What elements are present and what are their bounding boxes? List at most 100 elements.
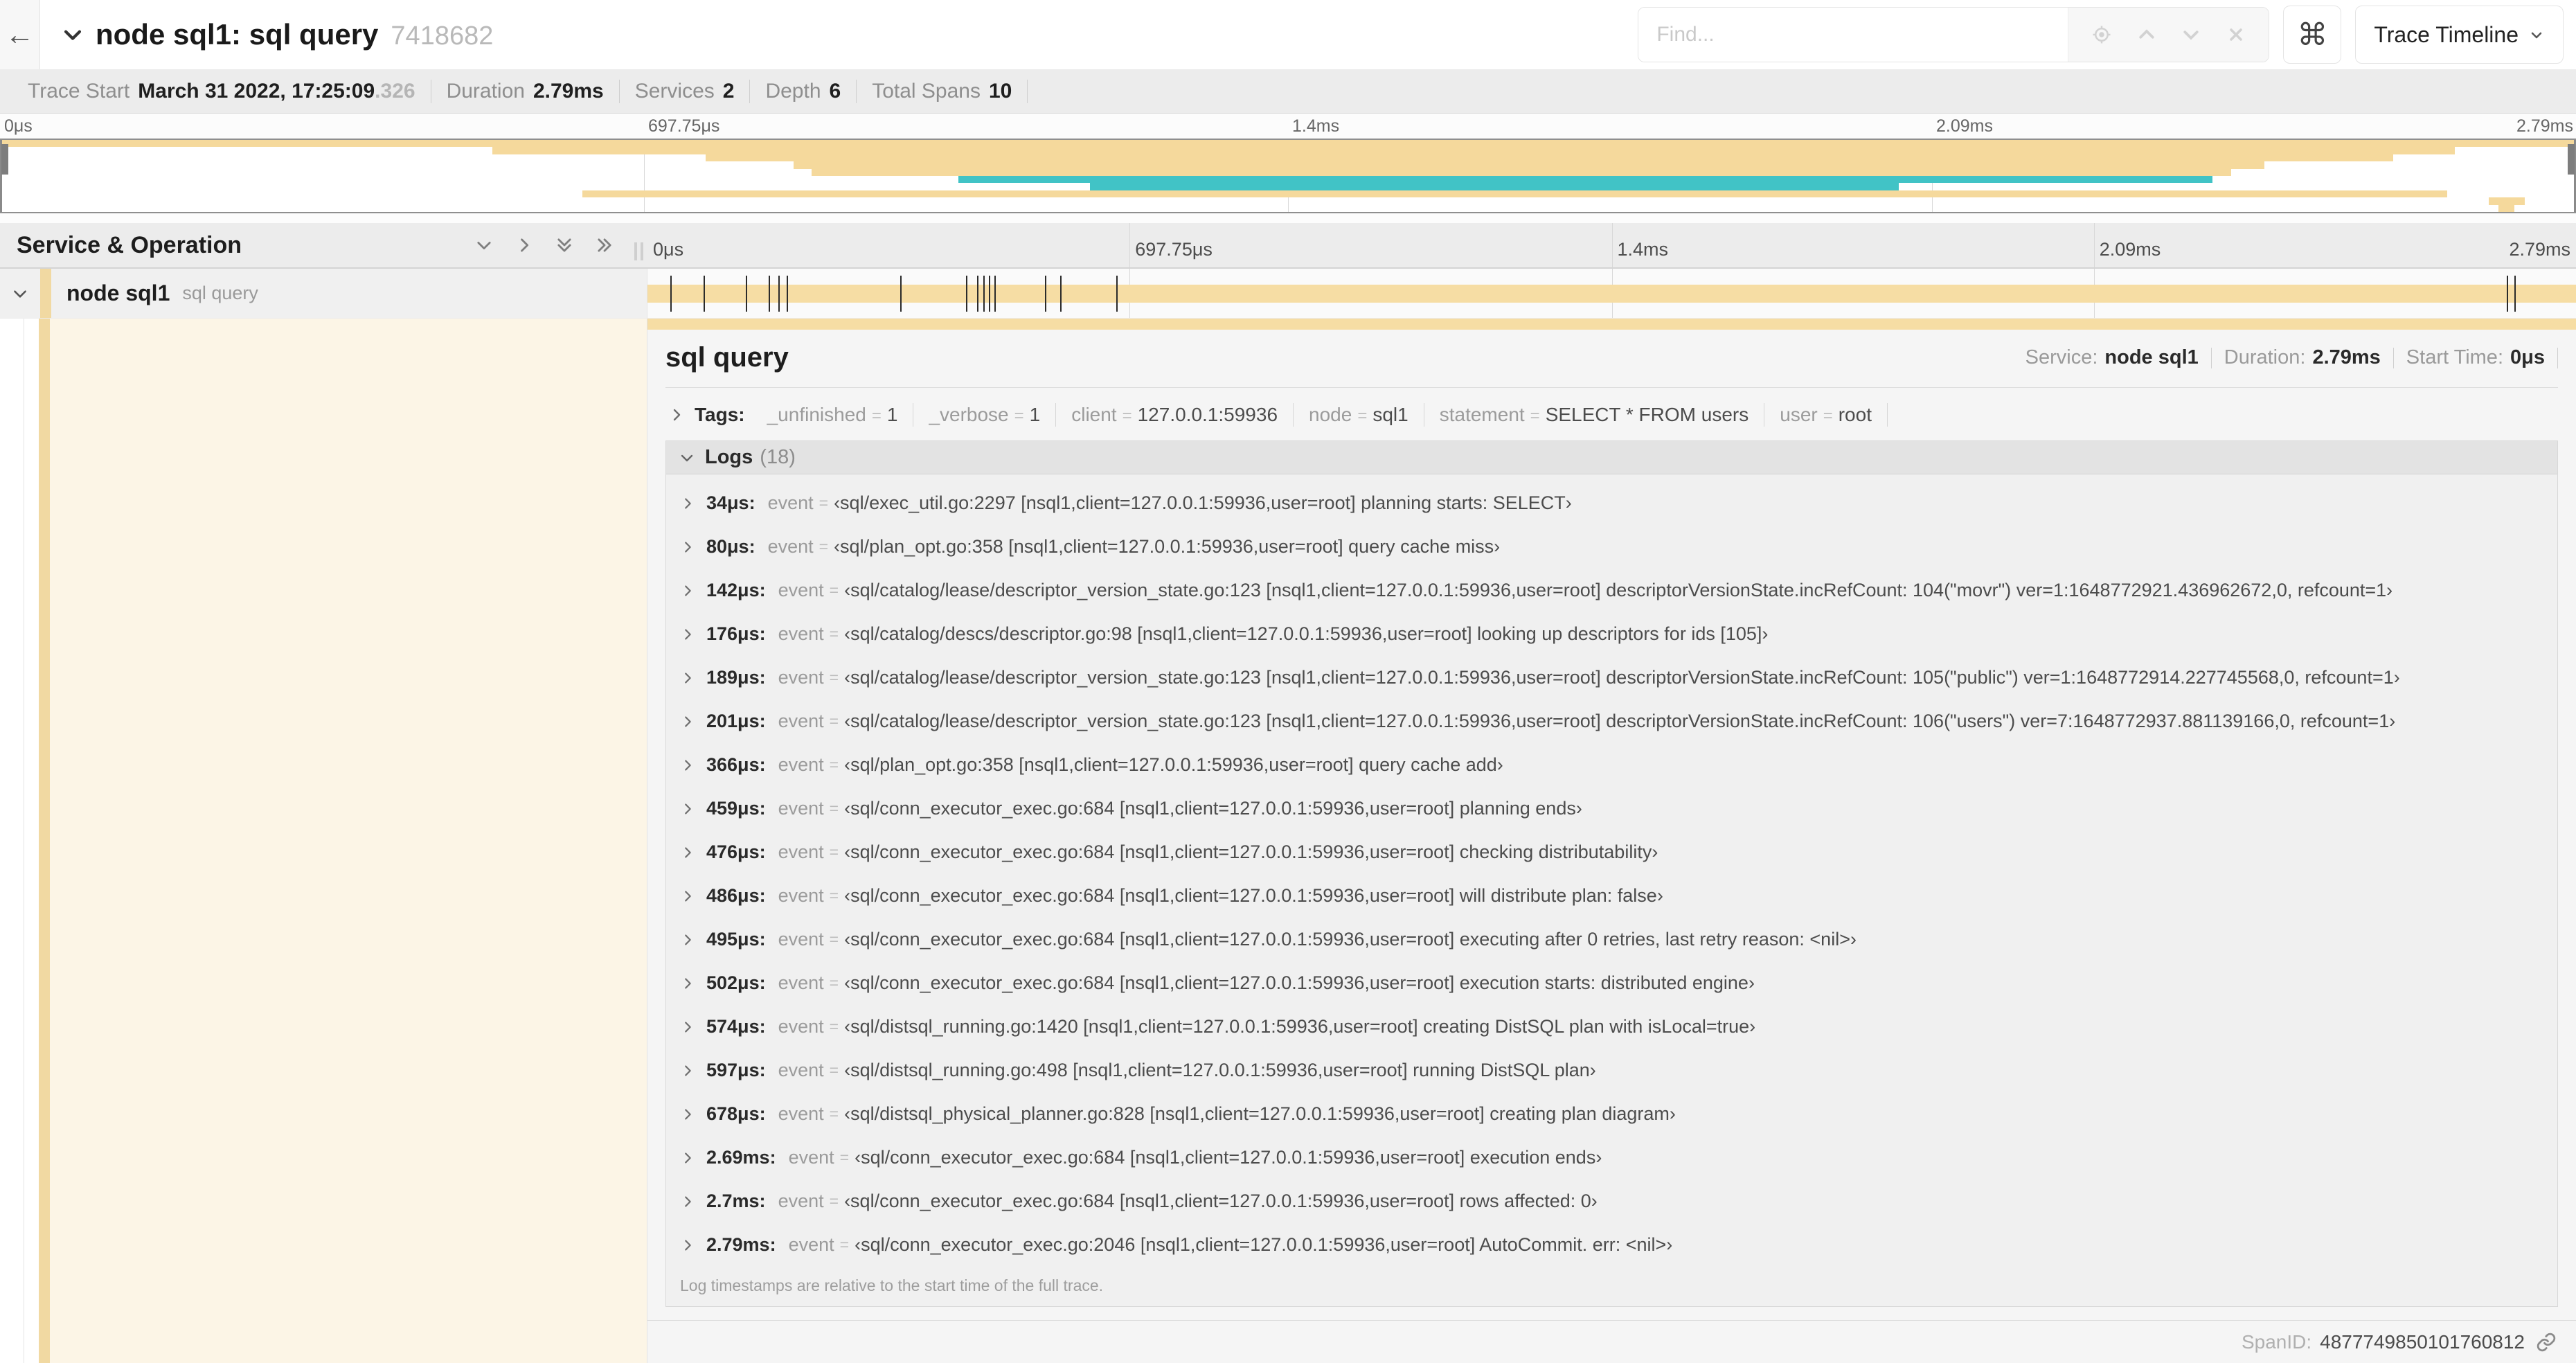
span-bar-track[interactable] — [647, 269, 2576, 318]
log-entry[interactable]: 34μs: event = ‹sql/exec_util.go:2297 [ns… — [666, 481, 2557, 525]
chevron-right-icon[interactable] — [668, 407, 685, 423]
chevron-right-icon[interactable] — [680, 845, 695, 860]
log-entry[interactable]: 495μs: event = ‹sql/conn_executor_exec.g… — [666, 918, 2557, 961]
expand-one-icon[interactable] — [515, 235, 534, 255]
chevron-down-icon[interactable] — [61, 23, 84, 46]
log-tick[interactable] — [1116, 275, 1118, 312]
chevron-right-icon[interactable] — [680, 1019, 695, 1035]
equals-sign: = — [829, 712, 839, 730]
log-tick[interactable] — [769, 275, 771, 312]
clear-find-icon[interactable] — [2224, 23, 2248, 46]
log-entry[interactable]: 459μs: event = ‹sql/conn_executor_exec.g… — [666, 787, 2557, 830]
log-timestamp: 502μs: — [706, 972, 766, 993]
log-tick[interactable] — [746, 275, 748, 312]
meta-value: node sql1 — [2104, 346, 2199, 368]
deep-link-icon[interactable] — [2536, 1332, 2557, 1353]
span-id-label: SpanID: — [2241, 1330, 2312, 1353]
span-collapse-icon[interactable] — [11, 285, 29, 303]
chevron-right-icon[interactable] — [680, 583, 695, 598]
log-entry[interactable]: 502μs: event = ‹sql/conn_executor_exec.g… — [666, 961, 2557, 1005]
log-entry[interactable]: 2.7ms: event = ‹sql/conn_executor_exec.g… — [666, 1179, 2557, 1223]
log-tick[interactable] — [786, 275, 788, 312]
find-input[interactable] — [1638, 8, 2068, 62]
log-tick[interactable] — [994, 275, 996, 312]
keyboard-shortcuts-button[interactable]: ⌘ — [2283, 6, 2342, 64]
minimap-span-row — [0, 161, 2576, 169]
minimap-canvas[interactable] — [0, 139, 2576, 213]
log-entry[interactable]: 597μs: event = ‹sql/distsql_running.go:4… — [666, 1049, 2557, 1092]
column-resize-handle[interactable] — [634, 242, 643, 260]
chevron-right-icon[interactable] — [680, 1238, 695, 1253]
log-tick[interactable] — [670, 275, 672, 312]
log-entry[interactable]: 80μs: event = ‹sql/plan_opt.go:358 [nsql… — [666, 525, 2557, 569]
chevron-right-icon[interactable] — [680, 889, 695, 904]
span-indent-column — [0, 319, 647, 1363]
log-entry[interactable]: 678μs: event = ‹sql/distsql_physical_pla… — [666, 1092, 2557, 1136]
trace-summary-item: Duration 2.79ms — [431, 80, 619, 103]
chevron-right-icon[interactable] — [680, 714, 695, 729]
chevron-right-icon[interactable] — [680, 758, 695, 773]
log-tick[interactable] — [900, 275, 902, 312]
chevron-right-icon[interactable] — [680, 670, 695, 686]
chevron-right-icon[interactable] — [680, 976, 695, 991]
detail-meta-item: Service: node sql1 — [2013, 346, 2211, 369]
log-timestamp: 201μs: — [706, 711, 766, 731]
tags-section[interactable]: Tags: _unfinished = 1 _verbose = 1 clien… — [647, 388, 2576, 440]
log-tick[interactable] — [977, 275, 979, 312]
log-entry[interactable]: 476μs: event = ‹sql/conn_executor_exec.g… — [666, 830, 2557, 874]
log-tick[interactable] — [983, 275, 985, 312]
equals-sign: = — [829, 930, 839, 948]
chevron-right-icon[interactable] — [680, 1150, 695, 1166]
chevron-right-icon[interactable] — [680, 540, 695, 555]
log-tick[interactable] — [1044, 275, 1046, 312]
log-entry[interactable]: 366μs: event = ‹sql/plan_opt.go:358 [nsq… — [666, 743, 2557, 787]
locate-icon[interactable] — [2090, 23, 2113, 46]
page-header: ← node sql1: sql query 7418682 Find... ⌘… — [0, 0, 2576, 69]
log-tick[interactable] — [2506, 275, 2508, 312]
next-match-icon[interactable] — [2179, 23, 2203, 46]
logs-header[interactable]: Logs (18) — [666, 441, 2557, 474]
chevron-right-icon[interactable] — [680, 1063, 695, 1078]
log-tick[interactable] — [1059, 275, 1062, 312]
service-operation-header: Service & Operation — [0, 223, 647, 267]
log-entry[interactable]: 142μs: event = ‹sql/catalog/lease/descri… — [666, 569, 2557, 612]
log-tick[interactable] — [2514, 275, 2516, 312]
log-message: ‹sql/catalog/lease/descriptor_version_st… — [844, 580, 2393, 600]
chevron-right-icon[interactable] — [680, 627, 695, 642]
log-entry[interactable]: 201μs: event = ‹sql/catalog/lease/descri… — [666, 700, 2557, 743]
tags-label: Tags: — [695, 404, 745, 425]
log-tick[interactable] — [703, 275, 705, 312]
back-button[interactable]: ← — [0, 0, 40, 69]
collapse-all-icon[interactable] — [555, 235, 574, 255]
log-entry[interactable]: 2.69ms: event = ‹sql/conn_executor_exec.… — [666, 1136, 2557, 1179]
span-row[interactable]: node sql1 sql query — [0, 269, 2576, 319]
log-entry[interactable]: 486μs: event = ‹sql/conn_executor_exec.g… — [666, 874, 2557, 918]
view-selector-button[interactable]: Trace Timeline — [2355, 6, 2564, 64]
chevron-down-icon[interactable] — [679, 449, 695, 466]
log-message: ‹sql/catalog/lease/descriptor_version_st… — [844, 711, 2396, 731]
chevron-right-icon[interactable] — [680, 1107, 695, 1122]
summary-value: 2.79ms — [533, 79, 604, 103]
span-duration-bar[interactable] — [647, 284, 2576, 303]
log-entry[interactable]: 189μs: event = ‹sql/catalog/lease/descri… — [666, 656, 2557, 700]
trace-title-wrap: node sql1: sql query 7418682 — [61, 18, 1638, 51]
collapse-one-icon[interactable] — [474, 235, 494, 255]
log-tick[interactable] — [988, 275, 990, 312]
chevron-right-icon[interactable] — [680, 496, 695, 511]
equals-sign: = — [1357, 407, 1368, 425]
equals-sign: = — [829, 625, 839, 643]
log-tick[interactable] — [778, 275, 780, 312]
chevron-right-icon[interactable] — [680, 932, 695, 947]
span-name-column[interactable]: node sql1 sql query — [0, 269, 647, 318]
log-entry[interactable]: 2.79ms: event = ‹sql/conn_executor_exec.… — [666, 1223, 2557, 1267]
expand-all-icon[interactable] — [595, 235, 614, 255]
minimap-left-scrubber[interactable] — [0, 140, 8, 212]
header-actions: ⌘ Trace Timeline — [1638, 6, 2576, 64]
chevron-right-icon[interactable] — [680, 801, 695, 817]
chevron-right-icon[interactable] — [680, 1194, 695, 1209]
log-entry[interactable]: 176μs: event = ‹sql/catalog/descs/descri… — [666, 612, 2557, 656]
timeline-minimap[interactable]: 0μs 697.75μs 1.4ms 2.09ms 2.79ms — [0, 114, 2576, 223]
log-tick[interactable] — [965, 275, 967, 312]
log-entry[interactable]: 574μs: event = ‹sql/distsql_running.go:1… — [666, 1005, 2557, 1049]
prev-match-icon[interactable] — [2135, 23, 2158, 46]
